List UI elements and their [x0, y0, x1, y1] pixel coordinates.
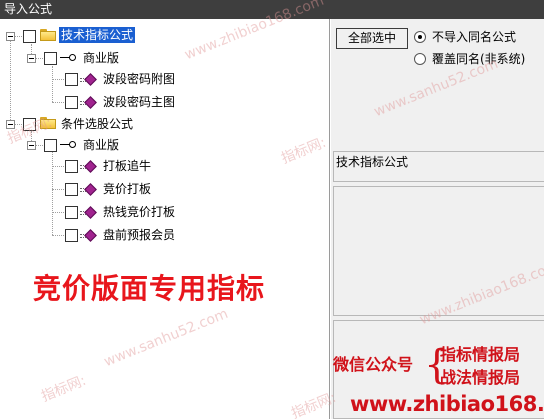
collapse-toggle[interactable]	[27, 141, 36, 150]
folder-icon	[40, 117, 56, 129]
formula-icon	[80, 229, 97, 242]
promo-line-2: 战法情报局	[440, 368, 521, 387]
tree-node-formula[interactable]: 波段密码附图	[103, 72, 175, 86]
checkbox-technical-formulas[interactable]	[23, 30, 36, 43]
title-bar: 导入公式	[0, 0, 544, 19]
checkbox-screening-formulas[interactable]	[23, 118, 36, 131]
formula-category-label: 技术指标公式	[336, 155, 409, 169]
formula-icon	[80, 183, 97, 196]
promo-url: www.zhibiao168.com	[350, 392, 544, 416]
formula-description-area[interactable]	[333, 186, 544, 316]
checkbox-formula[interactable]	[65, 206, 78, 219]
checkbox-formula[interactable]	[65, 96, 78, 109]
radio-no-import-label[interactable]: 不导入同名公式	[432, 30, 516, 44]
tree-node-technical-formulas[interactable]: 技术指标公式	[59, 27, 136, 43]
wechat-label: 微信公众号	[333, 355, 414, 374]
collapse-toggle[interactable]	[6, 32, 15, 41]
key-icon	[60, 141, 76, 149]
folder-icon	[40, 29, 56, 41]
formula-icon	[80, 96, 97, 109]
tree-connector	[52, 102, 64, 103]
tree-node-formula[interactable]: 波段密码主图	[103, 95, 175, 109]
tree-node-formula[interactable]: 盘前预报会员	[103, 228, 175, 242]
radio-no-import[interactable]	[414, 31, 426, 43]
checkbox-commercial-1[interactable]	[44, 52, 57, 65]
tree-connector	[52, 166, 64, 167]
formula-icon	[80, 160, 97, 173]
window-title: 导入公式	[4, 2, 53, 16]
promo-line-1: 指标情报局	[440, 345, 521, 364]
radio-overwrite-label[interactable]: 覆盖同名(非系统)	[432, 52, 525, 66]
formula-icon	[80, 206, 97, 219]
tree-node-commercial-2[interactable]: 商业版	[83, 138, 119, 152]
formula-icon	[80, 73, 97, 86]
collapse-toggle[interactable]	[6, 120, 15, 129]
checkbox-formula[interactable]	[65, 183, 78, 196]
formula-category-box: 技术指标公式	[333, 151, 544, 182]
tree-connector	[52, 212, 64, 213]
checkbox-formula[interactable]	[65, 73, 78, 86]
tree-connector	[52, 235, 64, 236]
tree-connector	[52, 152, 53, 235]
tree-connector	[52, 189, 64, 190]
tree-node-formula[interactable]: 热钱竞价打板	[103, 205, 175, 219]
key-icon	[60, 54, 76, 62]
collapse-toggle[interactable]	[27, 54, 36, 63]
tree-connector	[10, 41, 11, 124]
checkbox-formula[interactable]	[65, 160, 78, 173]
tree-connector	[52, 79, 64, 80]
checkbox-commercial-2[interactable]	[44, 139, 57, 152]
tree-node-formula[interactable]: 打板追牛	[103, 159, 151, 173]
tree-connector	[52, 66, 53, 102]
tree-node-formula[interactable]: 竞价打板	[103, 182, 151, 196]
tree-node-screening-formulas[interactable]: 条件选股公式	[61, 117, 133, 131]
promo-banner: 竞价版面专用指标	[33, 272, 266, 305]
checkbox-formula[interactable]	[65, 229, 78, 242]
radio-overwrite[interactable]	[414, 53, 426, 65]
tree-node-commercial-1[interactable]: 商业版	[83, 51, 119, 65]
select-all-button[interactable]: 全部选中	[336, 28, 408, 49]
